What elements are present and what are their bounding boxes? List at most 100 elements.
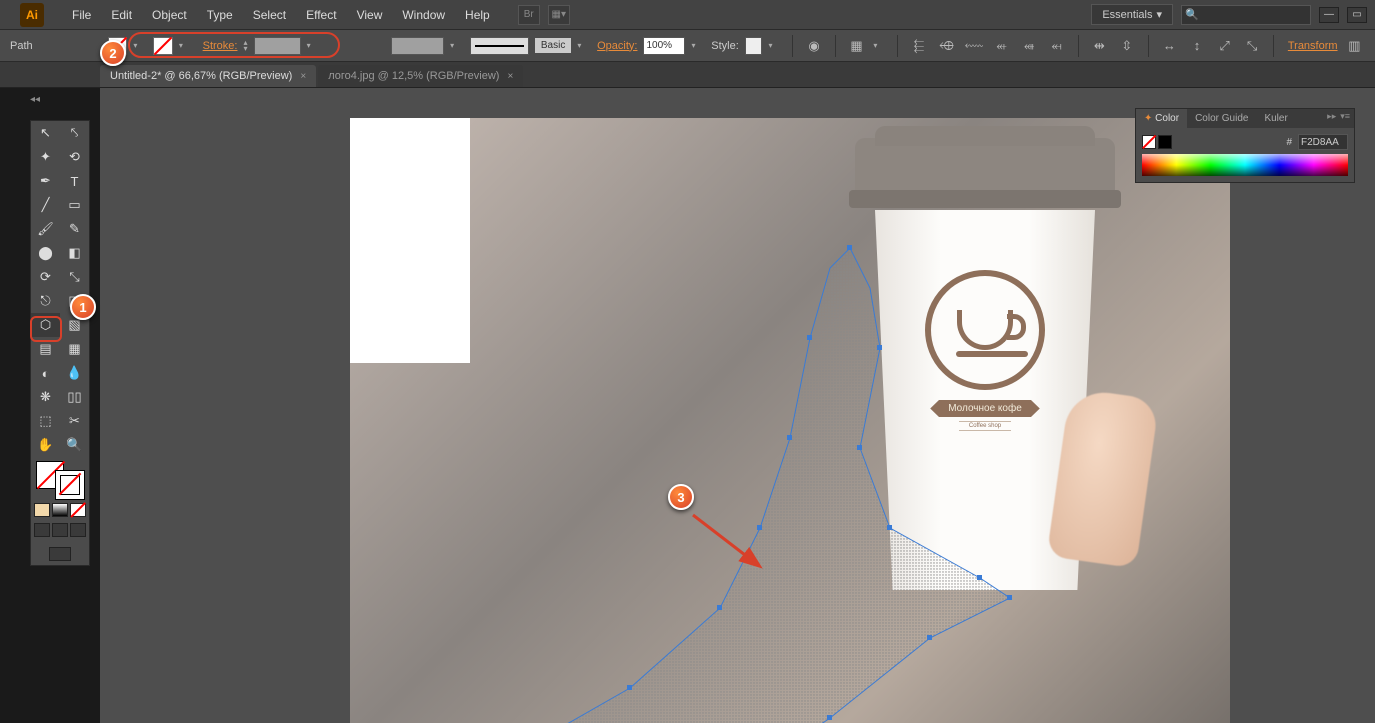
transform-y-icon[interactable]: ↕ [1186,35,1208,57]
kuler-tab[interactable]: Kuler [1256,109,1295,128]
lasso-tool[interactable]: ⟲ [60,145,89,169]
rotate-tool[interactable]: ⟳ [31,265,60,289]
panel-collapse-icon[interactable]: ◂◂ [30,94,40,105]
stroke-weight-dropdown[interactable]: ▾ [307,41,317,50]
style-dropdown[interactable]: ▾ [768,41,778,50]
blob-brush-tool[interactable]: ⬤ [31,241,60,265]
color-spectrum[interactable] [1142,154,1348,176]
color-mode-btn[interactable] [34,503,50,517]
menu-object[interactable]: Object [142,8,197,22]
none-mode-btn[interactable] [70,503,86,517]
type-tool[interactable]: T [60,169,89,193]
color-guide-tab[interactable]: Color Guide [1187,109,1256,128]
hex-input[interactable] [1298,134,1348,150]
brush-dropdown[interactable]: ▾ [577,41,587,50]
color-tab[interactable]: ✦ Color [1136,109,1187,128]
width-tool[interactable]: ⎋ [31,289,60,313]
panel-stroke-swatch[interactable] [1158,135,1172,149]
selected-path[interactable] [450,208,1150,723]
minimize-button[interactable]: — [1319,7,1339,23]
draw-behind-btn[interactable] [52,523,68,537]
perspective-tool[interactable]: ▤ [31,337,60,361]
recolor-icon[interactable]: ◉ [803,35,825,57]
maximize-button[interactable]: ▭ [1347,7,1367,23]
paintbrush-tool[interactable]: 🖌 [31,217,60,241]
artboard[interactable]: Молочное кофе Coffee shop [350,118,1230,723]
align-hcenter-icon[interactable]: ⬲ [936,35,958,57]
document-tab-inactive[interactable]: лого4.jpg @ 12,5% (RGB/Preview) × [318,65,523,87]
gradient-mode-btn[interactable] [52,503,68,517]
tab-close-icon[interactable]: × [300,71,306,82]
menu-edit[interactable]: Edit [101,8,142,22]
stroke-weight-field[interactable] [254,37,301,55]
vwp-dropdown[interactable]: ▾ [450,41,460,50]
shape-builder-tool[interactable]: ⬡ [31,313,60,337]
stroke-label[interactable]: Stroke: [203,40,238,52]
align-vcenter-icon[interactable]: ⬵ [1018,35,1040,57]
tab-close-icon[interactable]: × [507,71,513,82]
gradient-tool[interactable]: ◐ [31,361,60,385]
fill-stroke-indicator[interactable] [36,461,84,499]
distribute-h-icon[interactable]: ⇹ [1089,35,1111,57]
transform-panel-icon[interactable]: ▥ [1344,35,1366,57]
fill-dropdown[interactable]: ▾ [133,41,143,50]
stroke-stepper[interactable]: ▴▾ [243,40,247,52]
stroke-color[interactable] [56,471,84,499]
eraser-tool[interactable]: ◧ [60,241,89,265]
align-panel-icon[interactable]: ▦ [846,35,868,57]
direct-selection-tool[interactable]: ⤣ [60,121,89,145]
panel-fill-swatch[interactable] [1142,135,1156,149]
pen-tool[interactable]: ✒ [31,169,60,193]
align-left-icon[interactable]: ⬱ [908,35,930,57]
selection-tool[interactable]: ↖ [31,121,60,145]
transform-w-icon[interactable]: ⤢ [1214,35,1236,57]
slice-tool[interactable]: ✂ [60,409,89,433]
scale-tool[interactable]: ⤡ [60,265,89,289]
stroke-swatch[interactable] [153,37,173,55]
artboard-tool[interactable]: ⬚ [31,409,60,433]
search-input[interactable] [1181,5,1311,25]
arrange-documents-button[interactable]: ▦▾ [548,5,570,25]
zoom-tool[interactable]: 🔍 [60,433,89,457]
column-graph-tool[interactable]: ▯▯ [60,385,89,409]
eyedropper-tool[interactable]: 💧 [60,361,89,385]
document-tab-active[interactable]: Untitled-2* @ 66,67% (RGB/Preview) × [100,65,316,87]
transform-h-icon[interactable]: ⤡ [1241,35,1263,57]
panel-menu-icon[interactable]: ▾≡ [1340,111,1350,126]
menu-type[interactable]: Type [197,8,243,22]
draw-normal-btn[interactable] [34,523,50,537]
variable-width-profile[interactable] [391,37,444,55]
graphic-style[interactable] [745,37,763,55]
menu-file[interactable]: File [62,8,101,22]
rectangle-tool[interactable]: ▭ [60,193,89,217]
opacity-input[interactable] [643,37,685,55]
stroke-dropdown[interactable]: ▾ [179,41,189,50]
menu-select[interactable]: Select [243,8,296,22]
opacity-label[interactable]: Opacity: [597,40,637,52]
align-top-icon[interactable]: ⬴ [991,35,1013,57]
menu-view[interactable]: View [347,8,393,22]
menu-help[interactable]: Help [455,8,500,22]
menu-window[interactable]: Window [392,8,455,22]
transform-label[interactable]: Transform [1288,40,1338,52]
align-right-icon[interactable]: ⬳ [963,35,985,57]
line-tool[interactable]: ╱ [31,193,60,217]
workspace-switcher[interactable]: Essentials▾ [1091,4,1173,25]
panel-expand-icon[interactable]: ▸▸ [1327,111,1336,126]
transform-x-icon[interactable]: ↔ [1159,35,1181,57]
bridge-button[interactable]: Br [518,5,540,25]
brush-definition[interactable] [470,37,529,55]
align-bottom-icon[interactable]: ⬶ [1046,35,1068,57]
mesh-tool[interactable]: ▦ [60,337,89,361]
align-drop[interactable]: ▾ [873,41,883,50]
screen-mode-btn[interactable] [49,547,71,561]
symbol-sprayer-tool[interactable]: ❋ [31,385,60,409]
distribute-v-icon[interactable]: ⇳ [1116,35,1138,57]
pencil-tool[interactable]: ✎ [60,217,89,241]
magic-wand-tool[interactable]: ✦ [31,145,60,169]
draw-inside-btn[interactable] [70,523,86,537]
menu-effect[interactable]: Effect [296,8,346,22]
style-label: Style: [711,40,739,52]
hand-tool[interactable]: ✋ [31,433,60,457]
opacity-dropdown[interactable]: ▾ [691,41,701,50]
